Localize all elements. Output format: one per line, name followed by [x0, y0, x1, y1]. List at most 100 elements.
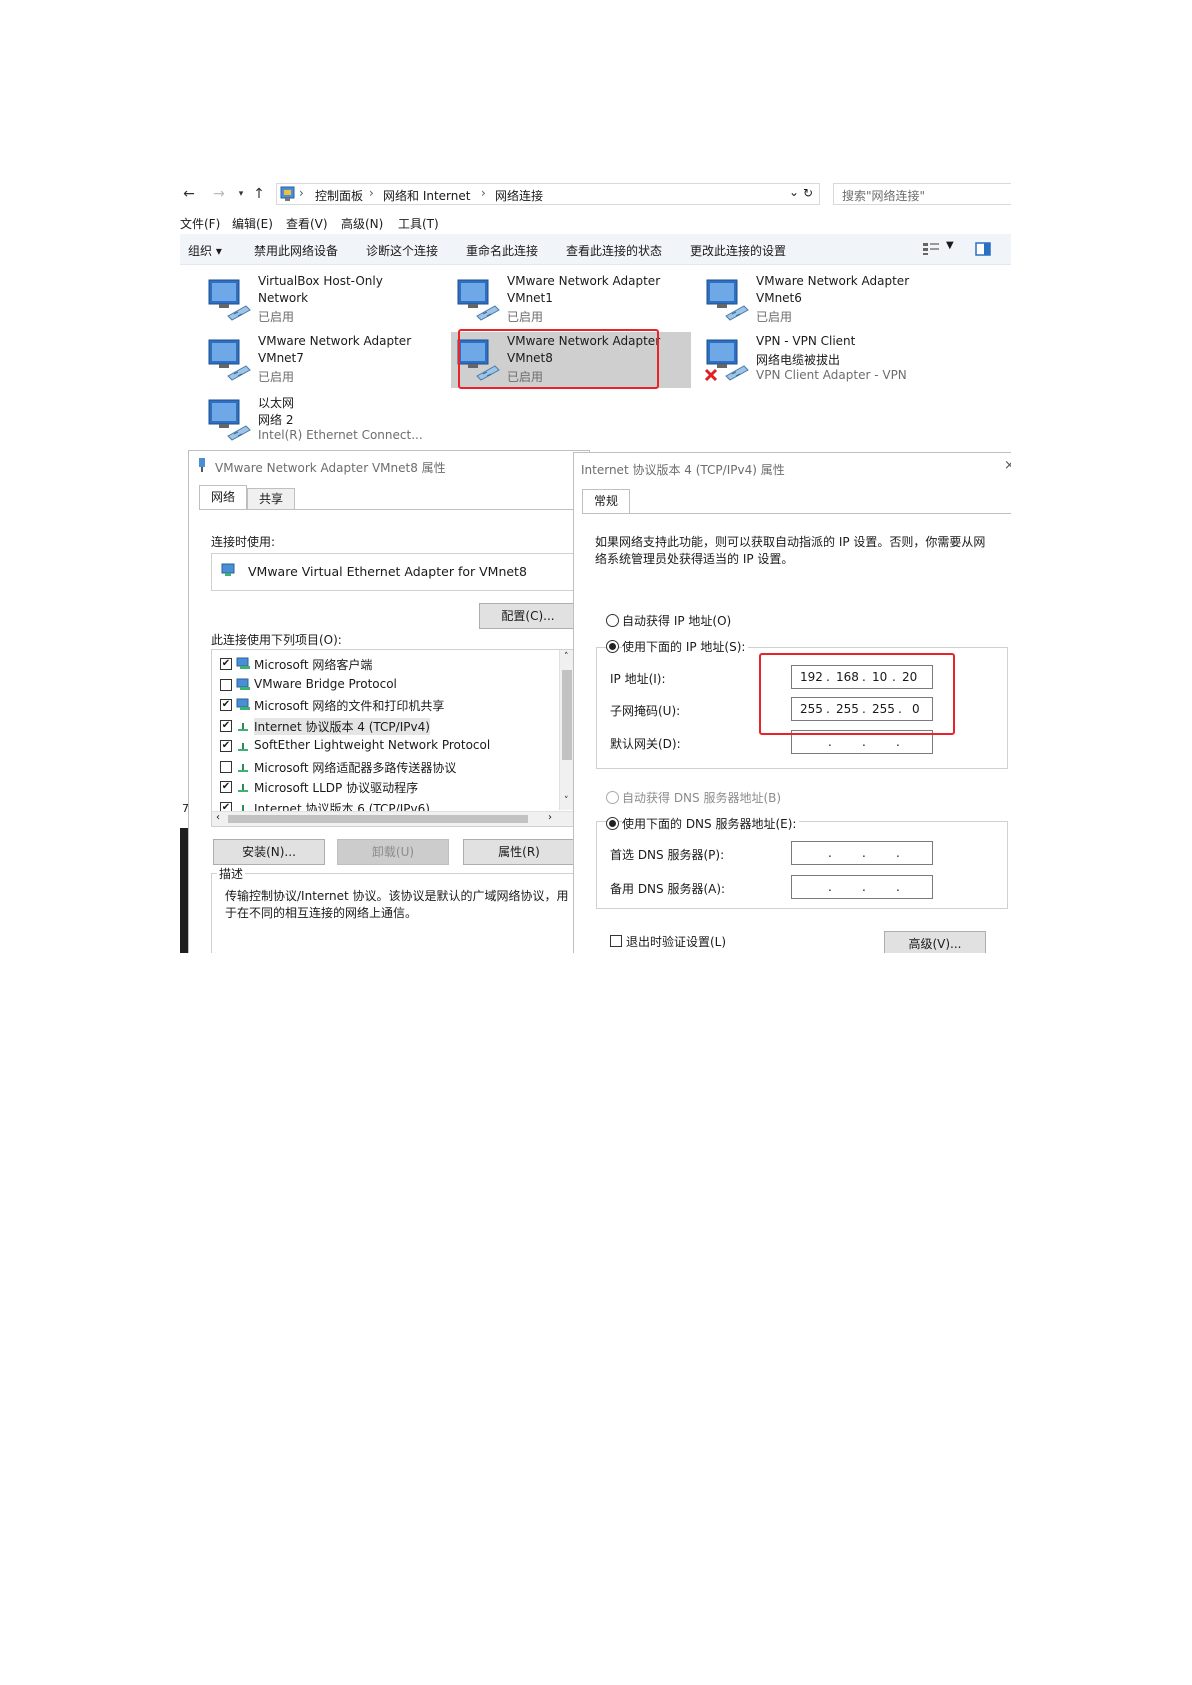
network-adapter-icon: [208, 279, 251, 321]
search-input[interactable]: 搜索"网络连接": [833, 183, 1011, 205]
up-arrow-icon[interactable]: ↑: [250, 185, 268, 203]
configure-button[interactable]: 配置(C)...: [479, 603, 577, 629]
adapter-detail: 网络电缆被拔出: [756, 353, 841, 367]
component-checkbox[interactable]: ✔: [220, 781, 232, 793]
menu-bar: 文件(F) 编辑(E) 查看(V) 高级(N) 工具(T): [180, 214, 1011, 232]
scroll-thumb-horizontal[interactable]: [228, 815, 528, 823]
component-list[interactable]: ✔ Microsoft 网络客户端 VMware Bridge Protocol ✔ M…: [211, 649, 575, 827]
breadcrumb-sep: ›: [299, 186, 304, 200]
component-checkbox[interactable]: [220, 760, 232, 773]
menu-file[interactable]: 文件(F): [180, 215, 220, 232]
component-name[interactable]: Microsoft 网络适配器多路传送器协议: [254, 759, 456, 776]
client-service-icon: [236, 678, 250, 690]
adapter-item[interactable]: VMware Network Adapter VMnet6 已启用: [700, 272, 940, 328]
component-name[interactable]: VMware Bridge Protocol: [254, 677, 397, 691]
component-name[interactable]: Microsoft LLDP 协议驱动程序: [254, 779, 418, 796]
install-button[interactable]: 安装(N)...: [213, 839, 325, 865]
manual-ip-radio[interactable]: [606, 640, 619, 653]
validate-checkbox[interactable]: [610, 935, 622, 947]
view-options-icon[interactable]: [922, 242, 940, 256]
menu-advanced[interactable]: 高级(N): [341, 215, 383, 232]
intro-text-line1: 如果网络支持此功能，则可以获取自动指派的 IP 设置。否则，你需要从网: [595, 535, 986, 549]
scroll-right-icon[interactable]: ›: [548, 812, 552, 823]
component-checkbox[interactable]: ✔: [220, 699, 232, 711]
tab-sharing[interactable]: 共享: [247, 488, 295, 509]
gateway-dot: .: [862, 735, 866, 749]
adapter-detail: Network: [258, 291, 309, 305]
scroll-down-icon[interactable]: ˅: [564, 796, 569, 806]
component-name[interactable]: Internet 协议版本 4 (TCP/IPv4): [254, 717, 430, 735]
toolbar-change-settings[interactable]: 更改此连接的设置: [690, 242, 786, 259]
component-checkbox[interactable]: ✔: [220, 658, 232, 670]
items-label: 此连接使用下列项目(O):: [211, 633, 342, 647]
alternate-dns-field[interactable]: . . .: [791, 875, 933, 899]
toolbar-organize[interactable]: 组织 ▾: [188, 242, 222, 259]
adapter-item[interactable]: VMware Network Adapter VMnet1 已启用: [451, 272, 691, 328]
protocol-icon: [238, 722, 248, 731]
uninstall-button[interactable]: 卸载(U): [337, 839, 449, 865]
scroll-left-icon[interactable]: ‹: [216, 812, 220, 823]
toolbar-diagnose[interactable]: 诊断这个连接: [366, 242, 438, 259]
dns-dot: .: [828, 846, 832, 860]
vertical-scrollbar[interactable]: ˄ ˅: [559, 650, 574, 810]
validate-label[interactable]: 退出时验证设置(L): [626, 933, 726, 950]
view-dropdown-icon[interactable]: ▼: [946, 240, 954, 251]
adapter-item[interactable]: 以太网 网络 2 Intel(R) Ethernet Connect...: [202, 392, 442, 448]
properties-button[interactable]: 属性(R): [463, 839, 575, 865]
component-name[interactable]: Microsoft 网络客户端: [254, 656, 372, 673]
network-adapter-icon: [199, 458, 205, 472]
menu-edit[interactable]: 编辑(E): [232, 215, 273, 232]
tab-general[interactable]: 常规: [582, 489, 630, 514]
toolbar-view-status[interactable]: 查看此连接的状态: [566, 242, 662, 259]
command-bar: 组织 ▾ 禁用此网络设备 诊断这个连接 重命名此连接 查看此连接的状态 更改此连…: [180, 234, 1011, 265]
horizontal-scrollbar[interactable]: ‹ ›: [212, 811, 574, 826]
component-checkbox[interactable]: [220, 678, 232, 691]
alternate-dns-label: 备用 DNS 服务器(A):: [610, 882, 726, 896]
dialog-title: Internet 协议版本 4 (TCP/IPv4) 属性: [581, 463, 785, 477]
auto-ip-label[interactable]: 自动获得 IP 地址(O): [622, 612, 731, 629]
preview-pane-icon[interactable]: [975, 242, 991, 256]
address-dropdown-icon[interactable]: ⌄: [789, 185, 799, 199]
breadcrumb-network-internet[interactable]: 网络和 Internet: [383, 187, 470, 204]
manual-dns-label[interactable]: 使用下面的 DNS 服务器地址(E):: [622, 815, 800, 832]
breadcrumb-control-panel[interactable]: 控制面板: [315, 187, 363, 204]
refresh-icon[interactable]: ↻: [803, 186, 813, 200]
auto-ip-radio[interactable]: [606, 614, 619, 627]
tab-network[interactable]: 网络: [199, 485, 247, 510]
manual-ip-label[interactable]: 使用下面的 IP 地址(S):: [622, 638, 749, 655]
preferred-dns-field[interactable]: . . .: [791, 841, 933, 865]
menu-view[interactable]: 查看(V): [286, 215, 328, 232]
back-arrow-icon[interactable]: ←: [180, 185, 198, 203]
component-name[interactable]: SoftEther Lightweight Network Protocol: [254, 738, 490, 752]
scroll-up-icon[interactable]: ˄: [564, 652, 569, 662]
intro-text-line2: 络系统管理员处获得适当的 IP 设置。: [595, 552, 794, 566]
menu-tools[interactable]: 工具(T): [398, 215, 439, 232]
manual-dns-radio[interactable]: [606, 817, 619, 830]
toolbar-rename[interactable]: 重命名此连接: [466, 242, 538, 259]
breadcrumb-sep: ›: [481, 186, 486, 200]
adapter-item[interactable]: VPN - VPN Client 网络电缆被拔出 VPN Client Adapte…: [700, 332, 940, 388]
auto-dns-label[interactable]: 自动获得 DNS 服务器地址(B): [622, 789, 781, 806]
auto-dns-radio[interactable]: [606, 791, 619, 804]
description-text-line2: 于在不同的相互连接的网络上通信。: [225, 906, 418, 920]
adapter-status: 已启用: [756, 310, 793, 324]
search-placeholder: 搜索"网络连接": [842, 189, 926, 203]
highlight-box: [759, 653, 955, 735]
adapter-status: 已启用: [507, 310, 544, 324]
adapter-status: 已启用: [258, 370, 295, 384]
component-name[interactable]: Microsoft 网络的文件和打印机共享: [254, 697, 444, 714]
address-bar[interactable]: › 控制面板 › 网络和 Internet › 网络连接 ⌄ ↻: [276, 183, 820, 205]
scroll-thumb[interactable]: [562, 670, 572, 760]
component-checkbox[interactable]: ✔: [220, 740, 232, 752]
advanced-button[interactable]: 高级(V)...: [884, 931, 986, 953]
recent-chevron-icon[interactable]: ▾: [232, 185, 250, 203]
network-adapter-icon: [208, 339, 251, 381]
toolbar-disable-device[interactable]: 禁用此网络设备: [254, 242, 338, 259]
breadcrumb-network-connections[interactable]: 网络连接: [495, 187, 543, 204]
close-icon[interactable]: ×: [1004, 458, 1011, 473]
component-checkbox[interactable]: ✔: [220, 719, 232, 732]
adapter-item[interactable]: VMware Network Adapter VMnet7 已启用: [202, 332, 442, 388]
network-adapter-icon: [704, 339, 749, 382]
forward-arrow-icon[interactable]: →: [210, 185, 228, 203]
adapter-item[interactable]: VirtualBox Host-Only Network 已启用: [202, 272, 442, 328]
